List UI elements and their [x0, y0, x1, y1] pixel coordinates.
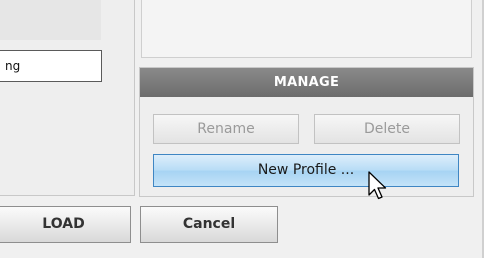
rename-button[interactable]: Rename	[153, 114, 299, 144]
profile-list[interactable]	[141, 0, 472, 58]
cancel-button[interactable]: Cancel	[140, 206, 278, 243]
window-edge	[482, 0, 484, 258]
profile-dialog: MANAGE Rename Delete New Profile ... LOA…	[0, 0, 482, 258]
profile-panel	[0, 0, 135, 196]
manage-group: MANAGE Rename Delete New Profile ...	[139, 67, 474, 197]
arrow-cursor-icon	[368, 171, 387, 200]
manage-title: MANAGE	[140, 68, 473, 97]
load-button[interactable]: LOAD	[0, 206, 131, 243]
panel-header	[0, 0, 101, 40]
delete-button[interactable]: Delete	[314, 114, 460, 144]
new-profile-button[interactable]: New Profile ...	[153, 154, 459, 187]
profile-name-field[interactable]	[0, 50, 102, 82]
